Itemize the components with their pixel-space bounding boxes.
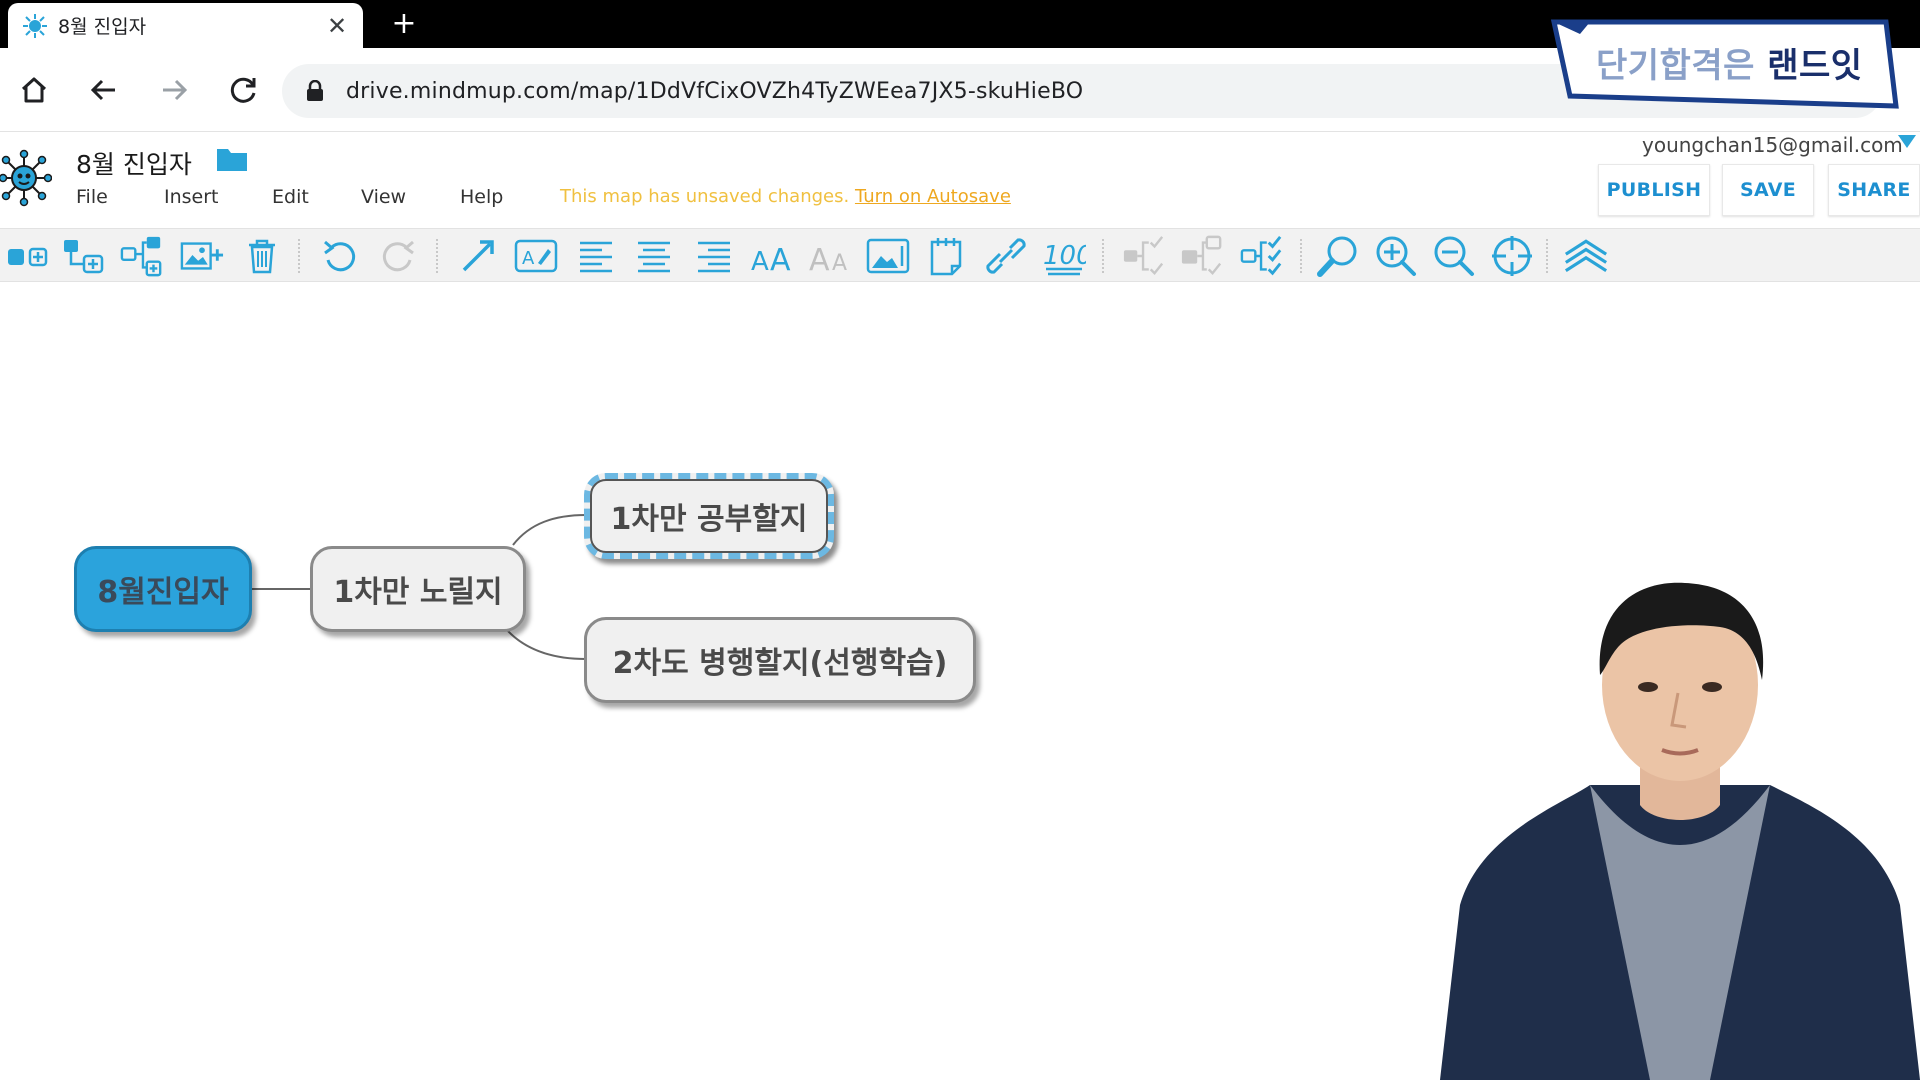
brand-banner-text: 단기합격은 랜드잇: [1596, 46, 1863, 86]
add-child-icon[interactable]: [62, 234, 106, 278]
toolbar-divider: [1102, 239, 1104, 273]
toolbar-divider: [436, 239, 438, 273]
screen: 8월 진입자 ✕ + drive.mindmup.com/map/1DdVfCi…: [0, 0, 1920, 1080]
select-subtree-icon[interactable]: [1240, 234, 1284, 278]
folder-icon[interactable]: [216, 146, 248, 172]
add-sibling-icon[interactable]: [6, 234, 50, 278]
browser-tab[interactable]: 8월 진입자 ✕: [8, 3, 363, 48]
connector-child-grandchild-2: [505, 628, 587, 660]
progress-icon[interactable]: 100: [1042, 234, 1086, 278]
user-email[interactable]: youngchan15@gmail.com: [1642, 133, 1903, 157]
search-icon[interactable]: [1316, 234, 1360, 278]
svg-text:A: A: [522, 248, 535, 269]
zoom-in-icon[interactable]: [1374, 234, 1418, 278]
user-menu-chevron-down-icon[interactable]: [1898, 135, 1916, 148]
menu-insert[interactable]: Insert: [164, 186, 272, 208]
mindmap-toolbar: A AA AA 100: [0, 228, 1920, 282]
lock-icon: [307, 80, 323, 101]
unsaved-notice: This map has unsaved changes. Turn on Au…: [560, 186, 1011, 207]
connect-icon[interactable]: [456, 234, 500, 278]
mindmap-node-grandchild[interactable]: 2차도 병행할지(선행학습): [584, 617, 976, 703]
mindmup-favicon-icon: [23, 13, 47, 38]
autosave-link[interactable]: Turn on Autosave: [855, 186, 1011, 207]
forward-icon[interactable]: [148, 64, 200, 116]
align-center-icon[interactable]: [632, 234, 676, 278]
align-right-icon[interactable]: [692, 234, 736, 278]
svg-text:A: A: [809, 243, 830, 274]
font-size-up-icon[interactable]: AA: [750, 234, 794, 278]
svg-text:A: A: [751, 247, 769, 274]
delete-icon[interactable]: [240, 234, 284, 278]
close-tab-icon[interactable]: ✕: [317, 6, 357, 46]
link-icon[interactable]: [984, 234, 1028, 278]
add-image-icon[interactable]: [180, 234, 224, 278]
layers-up-icon[interactable]: [1564, 234, 1608, 278]
font-size-down-icon[interactable]: AA: [808, 234, 852, 278]
mindmap-node-root[interactable]: 8월진입자: [74, 546, 252, 632]
align-left-icon[interactable]: [574, 234, 618, 278]
new-tab-icon[interactable]: +: [386, 3, 422, 43]
menu-bar: File Insert Edit View Help: [76, 186, 540, 208]
menu-view[interactable]: View: [361, 186, 460, 208]
menu-help[interactable]: Help: [460, 186, 540, 208]
back-icon[interactable]: [78, 64, 130, 116]
svg-text:A: A: [770, 243, 791, 274]
tab-title: 8월 진입자: [58, 16, 147, 38]
edit-text-icon[interactable]: A: [514, 234, 558, 278]
collapse-icon[interactable]: [1122, 234, 1166, 278]
map-title[interactable]: 8월 진입자: [76, 145, 192, 181]
toolbar-divider: [1300, 239, 1302, 273]
reload-icon[interactable]: [218, 64, 270, 116]
undo-icon[interactable]: [318, 234, 362, 278]
share-button[interactable]: SHARE: [1828, 164, 1920, 216]
menu-edit[interactable]: Edit: [272, 186, 361, 208]
svg-text:A: A: [832, 251, 847, 274]
zoom-out-icon[interactable]: [1432, 234, 1476, 278]
mindmap-node-grandchild-selected[interactable]: 1차만 공부할지: [584, 473, 834, 559]
note-icon[interactable]: [926, 234, 970, 278]
toolbar-divider: [298, 239, 300, 273]
home-icon[interactable]: [8, 64, 60, 116]
svg-text:100: 100: [1043, 241, 1086, 271]
reset-view-icon[interactable]: [1490, 234, 1534, 278]
url-text: drive.mindmup.com/map/1DdVfCixOVZh4TyZWE…: [346, 78, 1084, 104]
expand-icon[interactable]: [1180, 234, 1224, 278]
presenter-video: [1440, 582, 1920, 1080]
mindmap-node-child[interactable]: 1차만 노릴지: [310, 546, 526, 632]
connector-child-grandchild-1: [512, 514, 587, 546]
toolbar-divider: [1546, 239, 1548, 273]
mindmup-logo-icon[interactable]: [0, 148, 52, 208]
insert-root-icon[interactable]: [120, 234, 164, 278]
redo-icon[interactable]: [376, 234, 420, 278]
publish-button[interactable]: PUBLISH: [1598, 164, 1710, 216]
save-button[interactable]: SAVE: [1722, 164, 1814, 216]
image-icon[interactable]: [866, 234, 910, 278]
menu-file[interactable]: File: [76, 186, 164, 208]
